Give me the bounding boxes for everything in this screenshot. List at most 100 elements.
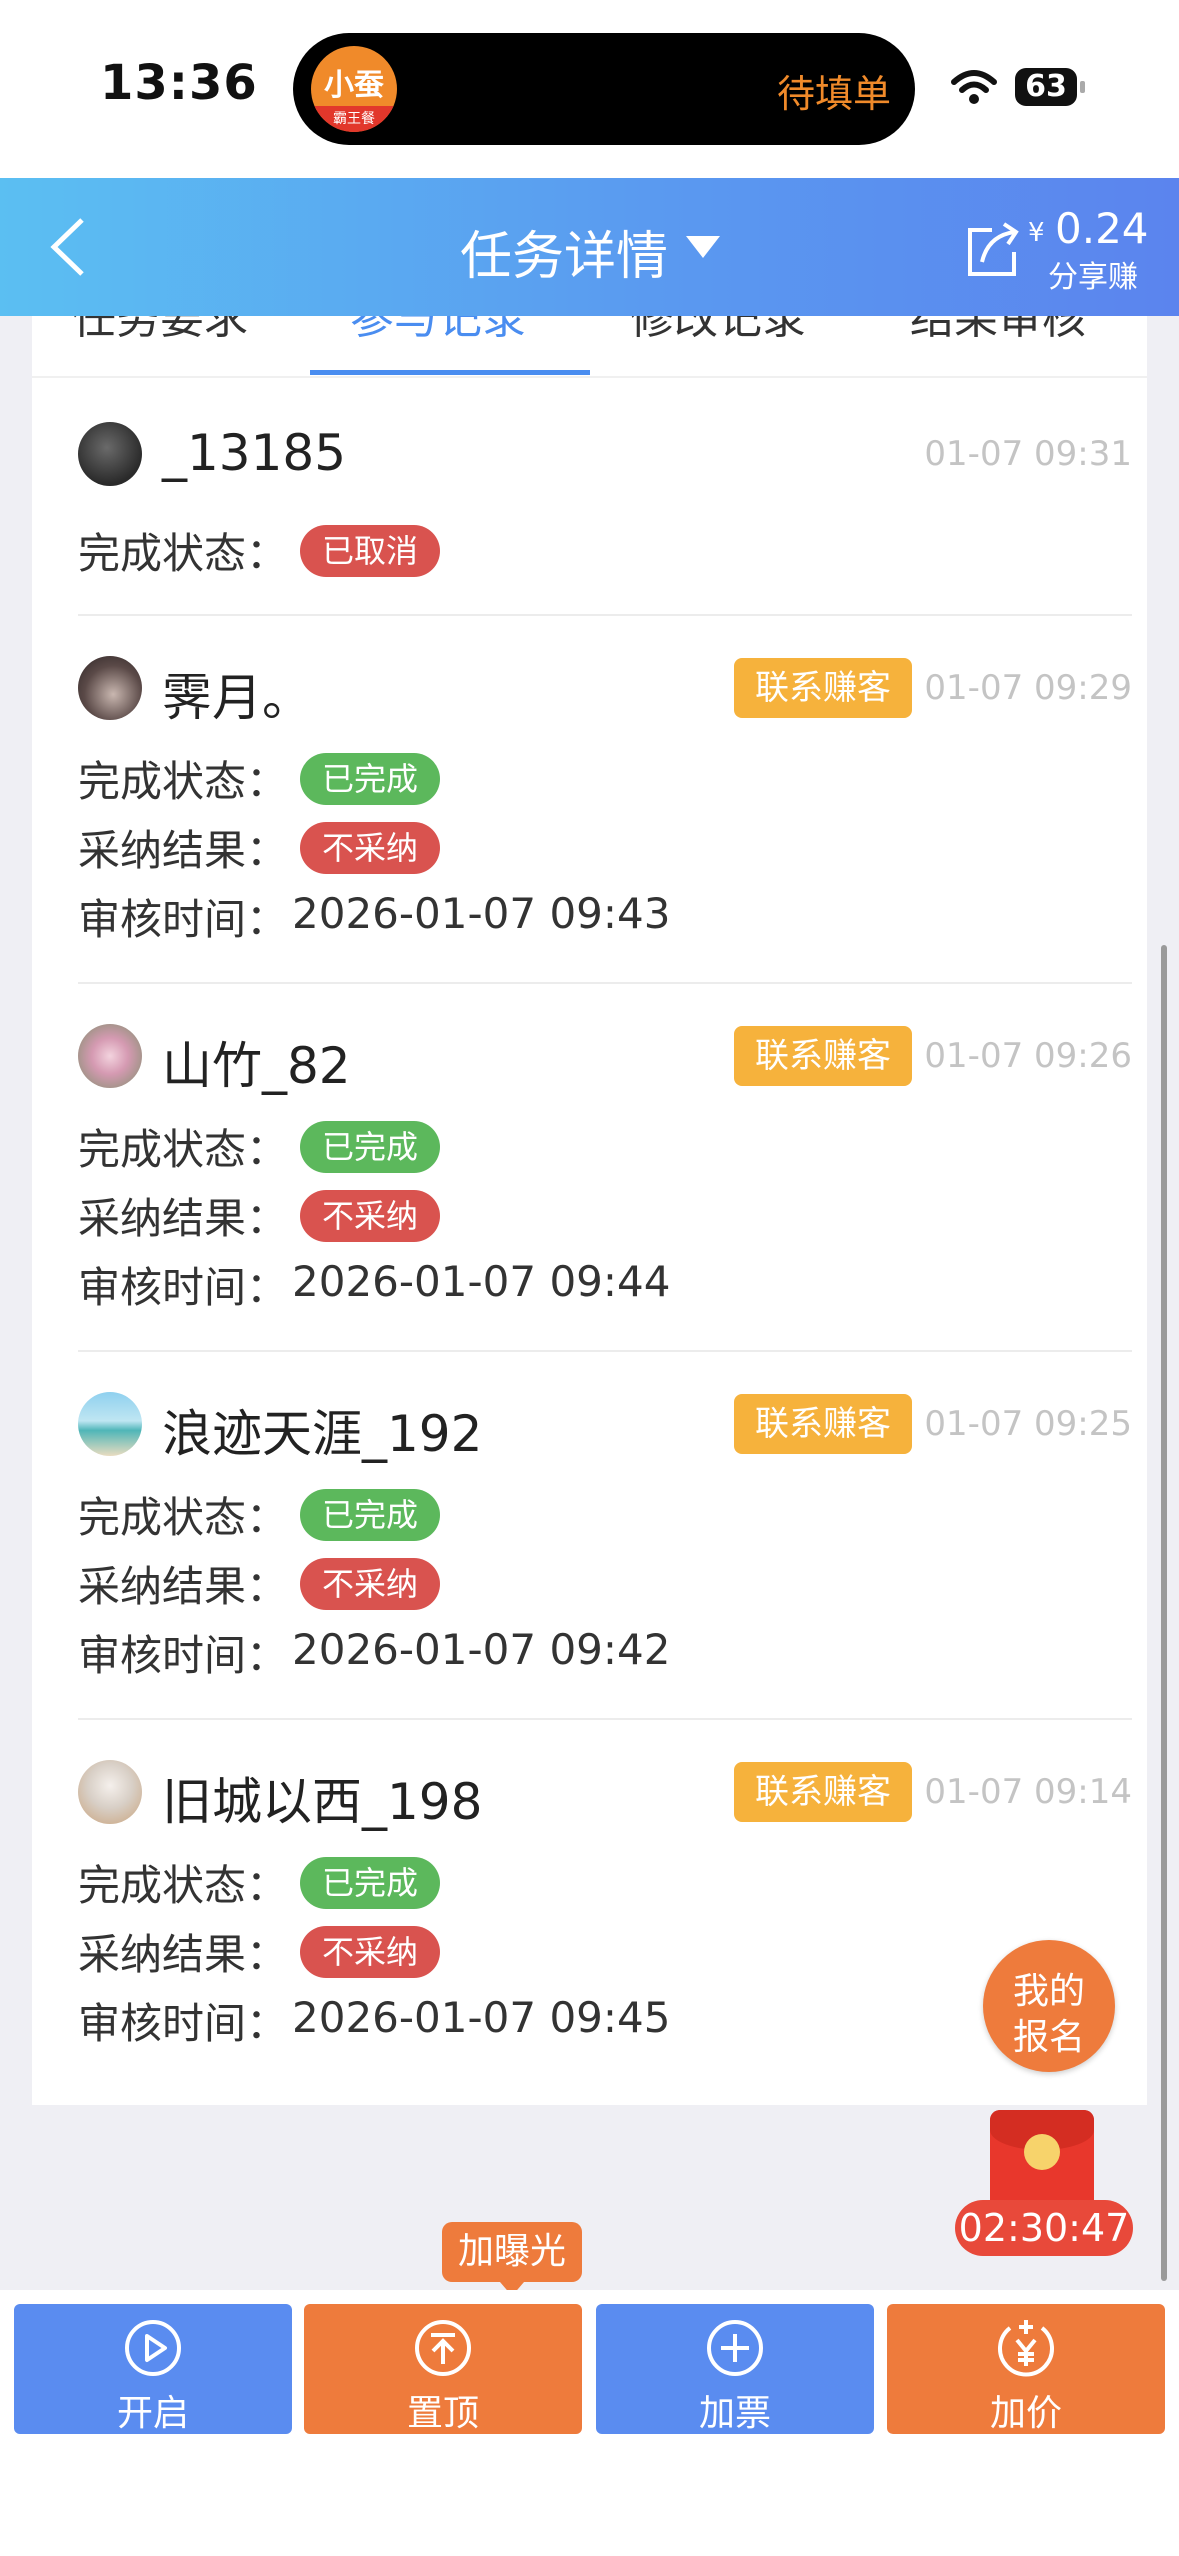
play-icon [125,2320,181,2376]
battery-icon: 63 [1015,68,1085,106]
plus-icon [707,2320,763,2376]
adopt-badge: 不采纳 [300,1189,441,1242]
contact-earner-button[interactable]: 联系赚客 [734,1394,912,1454]
tab-review[interactable]: 结果审核 [910,316,1086,346]
review-label: 审核时间： [78,895,289,944]
avatar[interactable] [78,656,142,720]
username: 浪迹天涯_192 [162,1405,483,1463]
record-time: 01-07 09:31 [924,434,1132,474]
review-time: 2026-01-07 09:43 [292,889,671,938]
status-label: 完成状态： [78,1493,289,1542]
my-signup-line1: 我的 [1012,1971,1085,2012]
dynamic-island[interactable]: 小蚕 霸王餐 待填单 [293,33,915,145]
share-amount[interactable]: 0.24 [1055,204,1149,253]
contact-earner-button[interactable]: 联系赚客 [734,1026,912,1086]
boost-exposure-tip[interactable]: 加曝光 [442,2222,582,2296]
status-badge: 已取消 [300,524,441,577]
contact-earner-button[interactable]: 联系赚客 [734,658,912,718]
contact-earner-button[interactable]: 联系赚客 [734,1762,912,1822]
status-badge: 已完成 [300,1488,441,1541]
avatar[interactable] [78,422,142,486]
back-icon[interactable] [46,216,92,278]
status-time: 13:36 [100,55,258,111]
status-badge: 已完成 [300,1120,441,1173]
page-title[interactable]: 任务详情 [460,214,668,289]
adopt-badge: 不采纳 [300,1557,441,1610]
app-logo-subtext: 霸王餐 [311,106,397,132]
adopt-label: 采纳结果： [78,1194,289,1243]
adopt-row: 采纳结果： 不采纳 [78,1185,441,1245]
review-time: 2026-01-07 09:42 [292,1625,671,1674]
record-time: 01-07 09:14 [924,1772,1132,1812]
status-label: 完成状态： [78,757,289,806]
adopt-label: 采纳结果： [78,826,289,875]
records-card: 任务要求 参与记录 修改记录 结果审核 _13185 01-07 09:31 完… [32,316,1147,2105]
status-badge: 已完成 [300,752,441,805]
share-currency: ¥ [1028,218,1045,248]
review-time: 2026-01-07 09:44 [292,1257,671,1306]
status-row: 完成状态： 已完成 [78,1484,441,1544]
record-time: 01-07 09:26 [924,1036,1132,1076]
review-row: 审核时间：2026-01-07 09:42 [78,1622,671,1682]
review-label: 审核时间： [78,1631,289,1680]
divider [78,1350,1132,1352]
avatar[interactable] [78,1024,142,1088]
status-row: 完成状态： 已取消 [78,520,441,580]
adopt-badge: 不采纳 [300,821,441,874]
countdown-timer[interactable]: 02:30:47 [955,2200,1133,2256]
review-label: 审核时间： [78,1999,289,2048]
status-label: 完成状态： [78,1861,289,1910]
adopt-row: 采纳结果： 不采纳 [78,817,441,877]
scrollbar[interactable] [1161,945,1167,2281]
status-badge: 已完成 [300,1856,441,1909]
active-tab-indicator [310,370,590,375]
tab-requirements[interactable]: 任务要求 [72,316,248,346]
pin-top-button[interactable]: 置顶 [304,2304,582,2434]
triangle-down-icon[interactable] [686,236,720,258]
divider [78,614,1132,616]
nav-bar: 任务详情 ¥ 0.24 分享赚 [0,178,1179,316]
app-logo-text: 小蚕 [324,68,384,103]
username: 旧城以西_198 [162,1773,483,1831]
status-bar: 13:36 小蚕 霸王餐 待填单 63 [0,0,1179,178]
divider [78,1718,1132,1720]
add-tickets-label: 加票 [698,2393,771,2434]
tab-bar: 任务要求 参与记录 修改记录 结果审核 [32,316,1147,378]
app-logo: 小蚕 霸王餐 [311,46,397,132]
raise-price-button[interactable]: 加价 [887,2304,1165,2434]
tab-modifications[interactable]: 修改记录 [630,316,806,346]
my-signup-line2: 报名 [1012,2017,1085,2058]
share-icon[interactable] [962,218,1024,280]
start-button[interactable]: 开启 [14,2304,292,2434]
review-row: 审核时间：2026-01-07 09:43 [78,886,671,946]
island-status-text: 待填单 [776,72,891,116]
username: 山竹_82 [162,1037,351,1095]
record-time: 01-07 09:25 [924,1404,1132,1444]
bottom-action-bar: 开启 置顶 加票 加价 [0,2290,1179,2556]
review-row: 审核时间：2026-01-07 09:45 [78,1990,671,2050]
pin-top-icon [415,2320,471,2376]
avatar[interactable] [78,1760,142,1824]
my-signup-button[interactable]: 我的 报名 [983,1940,1115,2072]
status-label: 完成状态： [78,1125,289,1174]
record-time: 01-07 09:29 [924,668,1132,708]
share-label[interactable]: 分享赚 [1048,252,1138,296]
status-row: 完成状态： 已完成 [78,1116,441,1176]
red-packet-coin [1024,2134,1060,2170]
adopt-row: 采纳结果： 不采纳 [78,1921,441,1981]
review-row: 审核时间：2026-01-07 09:44 [78,1254,671,1314]
avatar[interactable] [78,1392,142,1456]
raise-price-label: 加价 [989,2393,1062,2434]
start-label: 开启 [116,2393,189,2434]
adopt-row: 采纳结果： 不采纳 [78,1553,441,1613]
status-row: 完成状态： 已完成 [78,748,441,808]
adopt-label: 采纳结果： [78,1562,289,1611]
tab-participation[interactable]: 参与记录 [350,316,526,346]
status-label: 完成状态： [78,529,289,578]
username: 霁月。 [162,669,312,727]
add-tickets-button[interactable]: 加票 [596,2304,874,2434]
adopt-badge: 不采纳 [300,1925,441,1978]
status-row: 完成状态： 已完成 [78,1852,441,1912]
yen-plus-icon [998,2320,1054,2377]
pin-top-label: 置顶 [406,2393,479,2434]
